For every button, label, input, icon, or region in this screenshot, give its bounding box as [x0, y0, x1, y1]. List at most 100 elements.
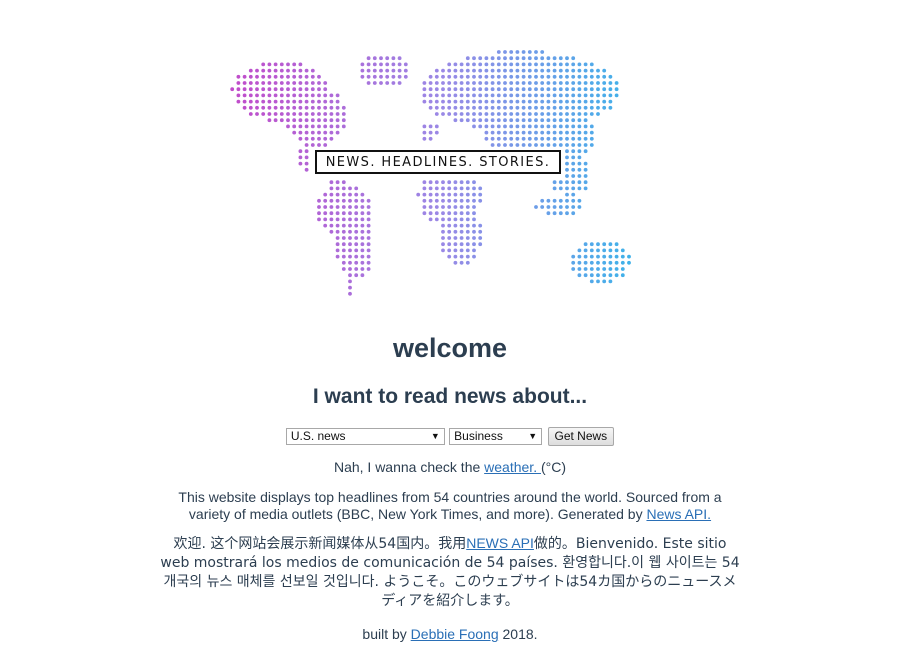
map-dot	[546, 87, 551, 92]
map-dot	[583, 260, 588, 265]
map-dot	[552, 198, 557, 203]
map-dot	[329, 93, 334, 98]
map-dot	[472, 118, 476, 123]
map-dot	[577, 186, 582, 191]
map-dot	[434, 180, 439, 185]
map-dot	[317, 205, 321, 209]
map-dot	[565, 192, 569, 197]
map-dot	[484, 118, 489, 123]
map-dot	[323, 211, 328, 216]
map-dot	[453, 112, 458, 116]
country-select[interactable]: U.S. news ▼	[285, 428, 445, 445]
map-dot	[453, 236, 458, 240]
map-dot	[348, 267, 352, 271]
map-dot	[577, 105, 582, 110]
map-dot	[546, 56, 551, 61]
map-dot	[360, 273, 365, 278]
map-dot	[602, 273, 607, 278]
category-select[interactable]: Business ▼	[449, 428, 543, 445]
map-dot	[472, 236, 476, 240]
map-dot	[552, 112, 557, 116]
map-dot	[447, 254, 452, 259]
map-dot	[527, 105, 532, 110]
author-link[interactable]: Debbie Foong	[411, 626, 499, 642]
map-dot	[521, 93, 526, 98]
map-dot	[329, 124, 334, 129]
map-dot	[267, 93, 272, 98]
map-dot	[571, 143, 576, 147]
map-dot	[447, 211, 452, 216]
map-dot	[503, 143, 507, 147]
map-dot	[397, 68, 402, 73]
map-dot	[478, 229, 483, 234]
map-dot	[416, 192, 421, 197]
map-dot	[341, 229, 346, 234]
map-dot	[558, 205, 563, 209]
map-dot	[521, 81, 526, 85]
map-dot	[279, 112, 284, 116]
map-dot	[565, 136, 569, 141]
map-dot	[571, 149, 576, 154]
map-dot	[242, 87, 247, 92]
map-dot	[552, 74, 557, 79]
map-dot	[540, 136, 545, 141]
map-dot	[565, 180, 569, 185]
map-dot	[441, 68, 445, 73]
map-dot	[552, 62, 557, 67]
map-dot	[267, 87, 272, 92]
get-news-button[interactable]: Get News	[547, 427, 615, 446]
weather-link[interactable]: weather.	[484, 459, 541, 475]
map-dot	[571, 74, 576, 79]
map-dot	[540, 112, 545, 116]
map-dot	[577, 112, 582, 116]
map-dot	[534, 87, 538, 92]
map-dot	[484, 93, 489, 98]
map-dot	[335, 186, 340, 191]
map-dot	[534, 56, 538, 61]
map-dot	[472, 192, 476, 197]
map-dot	[323, 93, 328, 98]
map-dot	[503, 136, 507, 141]
map-dot	[441, 93, 445, 98]
map-dot	[478, 198, 483, 203]
map-dot	[273, 74, 278, 79]
map-dot	[472, 99, 476, 104]
map-dot	[589, 99, 594, 104]
map-dot	[521, 74, 526, 79]
map-dot	[583, 167, 588, 172]
map-dot	[298, 161, 303, 166]
map-dot	[540, 205, 545, 209]
map-dot	[565, 93, 569, 98]
map-dot	[434, 198, 439, 203]
map-dot	[428, 93, 433, 98]
map-dot	[534, 130, 538, 135]
map-dot	[478, 186, 483, 191]
map-dot	[602, 267, 607, 271]
map-dot	[589, 260, 594, 265]
map-dot	[552, 130, 557, 135]
map-dot	[577, 99, 582, 104]
map-dot	[484, 136, 489, 141]
news-api-link[interactable]: News API.	[646, 506, 711, 522]
map-dot	[577, 74, 582, 79]
map-dot	[434, 99, 439, 104]
map-dot	[565, 112, 569, 116]
map-dot	[565, 118, 569, 123]
map-dot	[304, 93, 309, 98]
map-dot	[571, 62, 576, 67]
map-dot	[255, 112, 259, 116]
page-title: welcome	[392, 333, 508, 363]
map-dot	[329, 205, 334, 209]
map-dot	[286, 118, 290, 123]
map-dot	[366, 267, 371, 271]
news-api-link-multilingual[interactable]: NEWS API	[466, 535, 534, 551]
map-dot	[360, 229, 365, 234]
map-dot	[558, 74, 563, 79]
map-dot	[552, 124, 557, 129]
map-dot	[571, 267, 576, 271]
map-dot	[304, 99, 309, 104]
map-dot	[248, 74, 253, 79]
map-dot	[310, 99, 315, 104]
map-dot	[341, 180, 346, 185]
map-dot	[434, 74, 439, 79]
